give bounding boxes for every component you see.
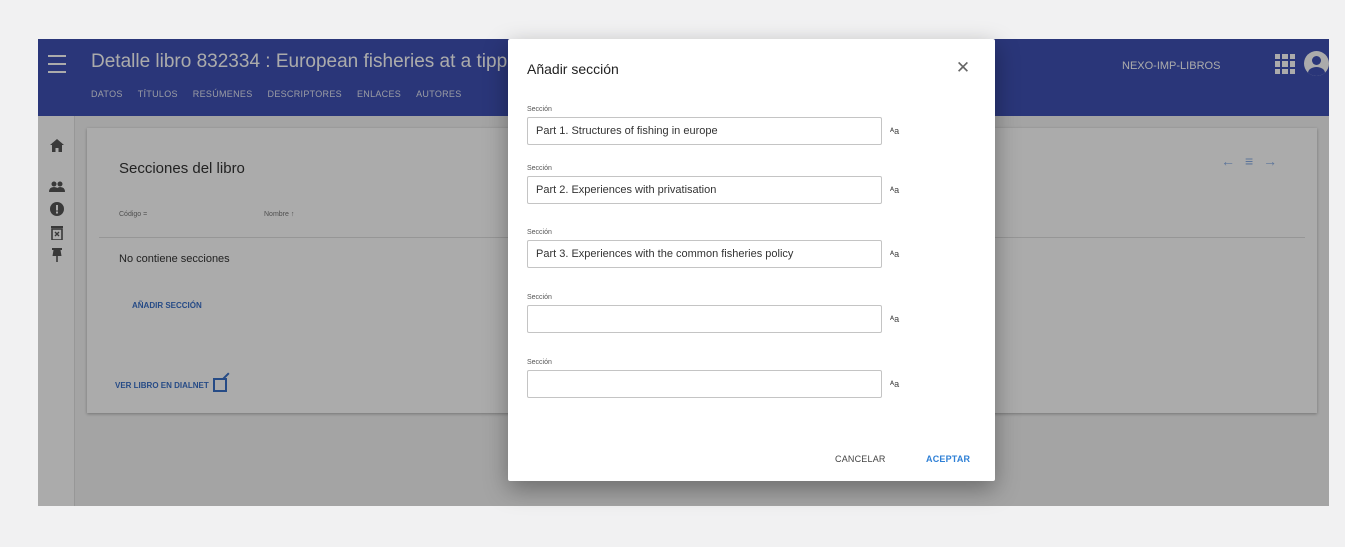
section-field-label: Sección — [527, 106, 552, 113]
font-size-icon[interactable]: ᴬa — [890, 249, 899, 259]
section-input[interactable] — [527, 240, 882, 268]
section-field-4: Sección ᴬa — [527, 294, 957, 333]
section-field-2: Sección ᴬa — [527, 165, 957, 204]
section-field-label: Sección — [527, 229, 552, 236]
font-size-icon[interactable]: ᴬa — [890, 314, 899, 324]
section-input[interactable] — [527, 176, 882, 204]
section-field-1: Sección ᴬa — [527, 106, 957, 145]
close-icon[interactable]: ✕ — [952, 57, 974, 79]
section-field-5: Sección ᴬa — [527, 359, 957, 398]
font-size-icon[interactable]: ᴬa — [890, 379, 899, 389]
cancel-button[interactable]: CANCELAR — [835, 454, 886, 464]
font-size-icon[interactable]: ᴬa — [890, 185, 899, 195]
font-size-icon[interactable]: ᴬa — [890, 126, 899, 136]
section-field-3: Sección ᴬa — [527, 229, 957, 268]
section-field-label: Sección — [527, 294, 552, 301]
section-field-label: Sección — [527, 165, 552, 172]
accept-button[interactable]: ACEPTAR — [926, 454, 970, 464]
section-input[interactable] — [527, 117, 882, 145]
section-input[interactable] — [527, 370, 882, 398]
section-input[interactable] — [527, 305, 882, 333]
dialog-title: Añadir sección — [527, 61, 619, 77]
section-field-label: Sección — [527, 359, 552, 366]
add-section-dialog: Añadir sección ✕ Sección ᴬa Sección ᴬa S… — [508, 39, 995, 481]
